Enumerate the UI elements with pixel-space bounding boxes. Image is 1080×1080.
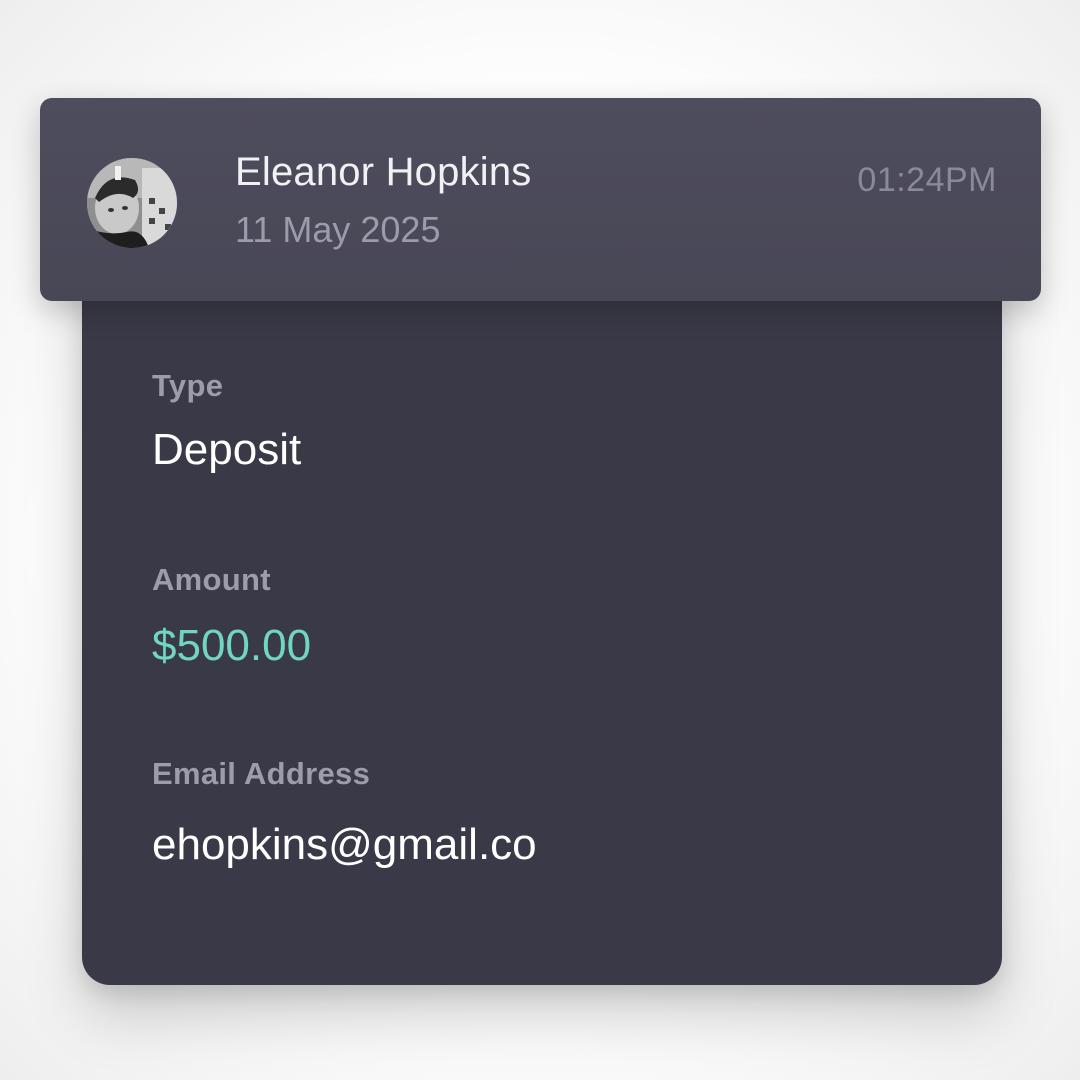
- type-value: Deposit: [152, 425, 302, 474]
- stage: Type Deposit Amount $500.00 Email Addres…: [0, 0, 1080, 1080]
- transaction-header[interactable]: Eleanor Hopkins 11 May 2025 01:24PM: [40, 98, 1041, 301]
- contact-name: Eleanor Hopkins: [235, 150, 532, 194]
- avatar[interactable]: [87, 158, 177, 248]
- transaction-time: 01:24PM: [857, 161, 997, 199]
- email-value[interactable]: ehopkins@gmail.co: [152, 820, 537, 870]
- type-label: Type: [152, 368, 224, 403]
- amount-label: Amount: [152, 562, 271, 597]
- amount-value: $500.00: [152, 621, 312, 670]
- email-label: Email Address: [152, 756, 371, 791]
- transaction-date: 11 May 2025: [235, 209, 441, 250]
- user-photo-avatar-icon: [87, 158, 177, 248]
- transaction-details-panel: Type Deposit Amount $500.00 Email Addres…: [82, 250, 1002, 985]
